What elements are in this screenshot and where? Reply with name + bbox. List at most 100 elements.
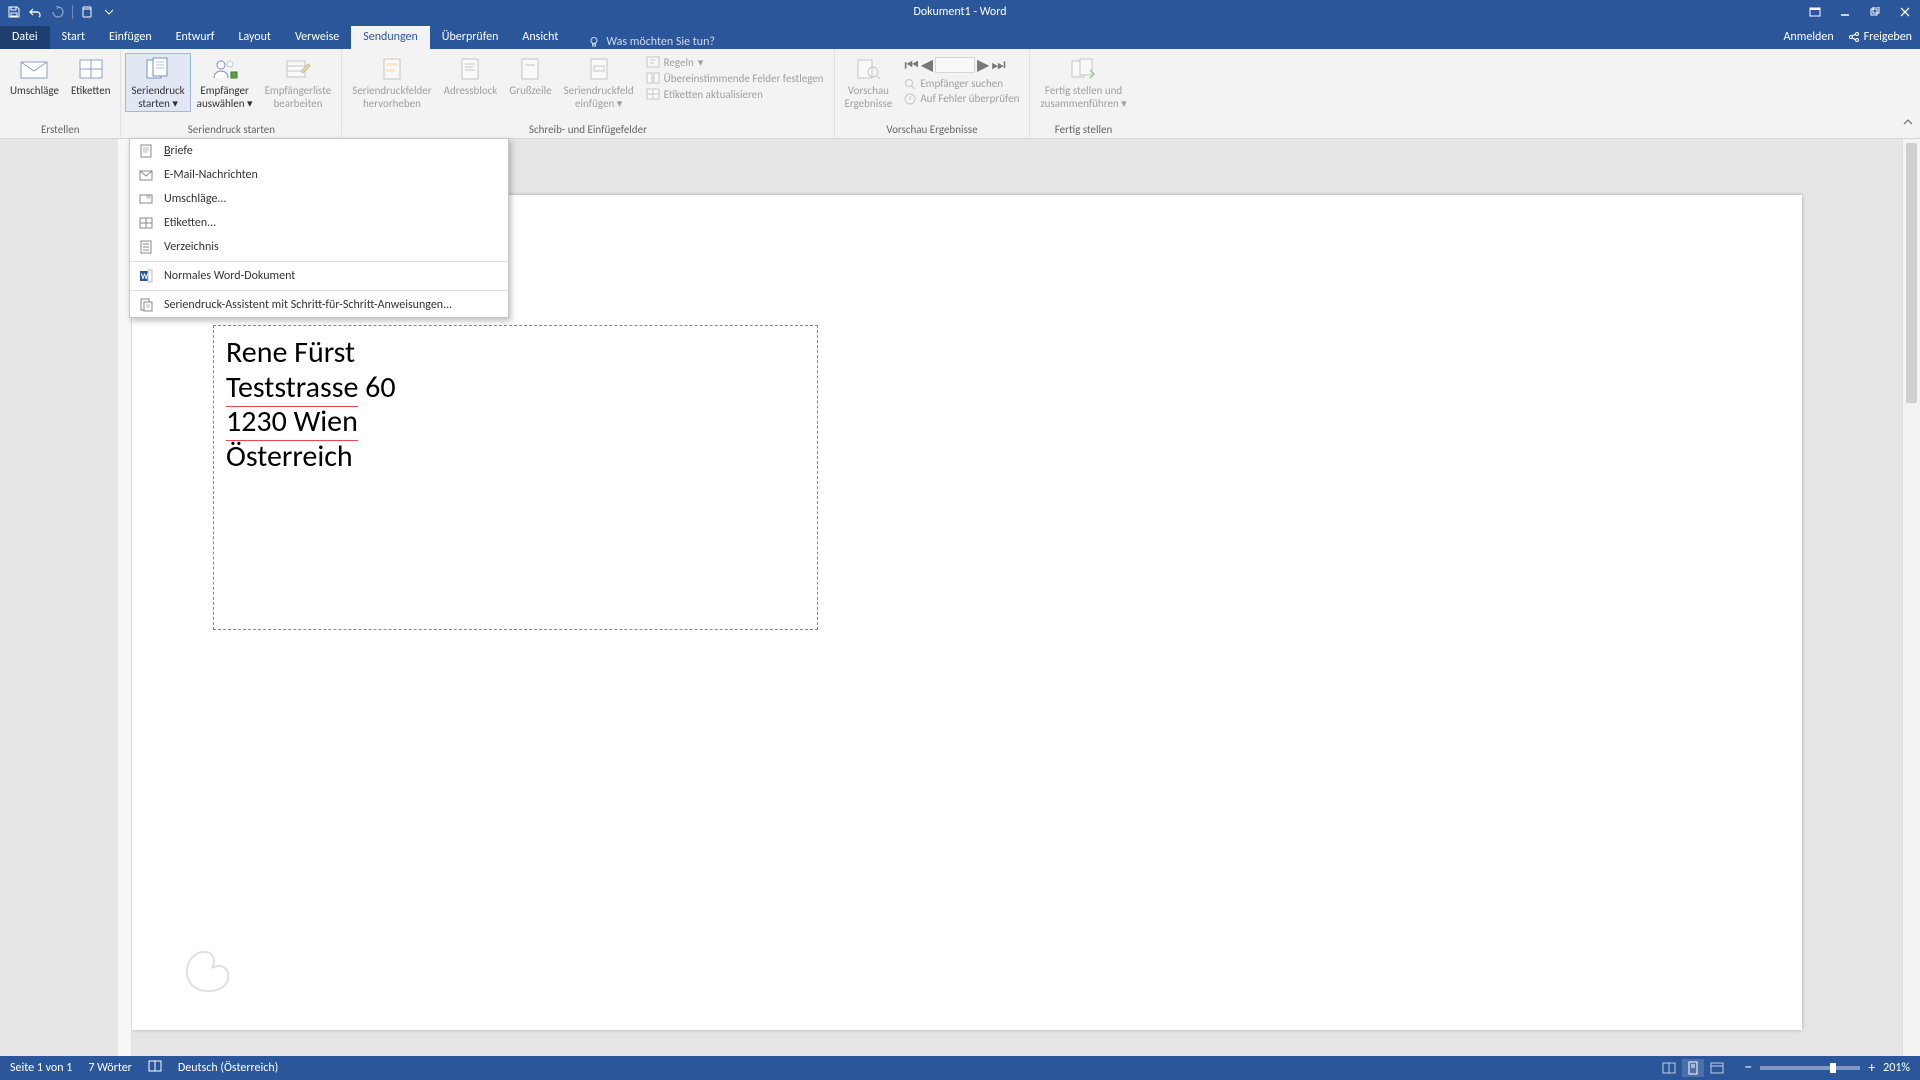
address-text[interactable]: Rene Fürst Teststrasse 60 1230 Wien Öste… xyxy=(226,336,805,474)
start-mailmerge-button[interactable]: Seriendruck starten ▾ xyxy=(125,53,190,112)
insert-field-icon xyxy=(583,55,615,83)
tab-design[interactable]: Entwurf xyxy=(164,26,227,49)
rules-button[interactable]: Regeln ▾ xyxy=(646,55,824,69)
tab-view[interactable]: Ansicht xyxy=(510,26,570,49)
labels-small-icon xyxy=(138,215,154,231)
tab-insert[interactable]: Einfügen xyxy=(97,26,164,49)
highlight-icon xyxy=(376,55,408,83)
tab-start[interactable]: Start xyxy=(50,26,97,49)
labels-button[interactable]: Etiketten xyxy=(65,53,117,100)
web-layout-button[interactable] xyxy=(1706,1059,1728,1077)
group-start-mailmerge: Seriendruck starten ▾ Empfänger auswähle… xyxy=(121,49,342,138)
minimize-button[interactable] xyxy=(1830,0,1860,24)
book-icon xyxy=(148,1059,162,1073)
match-icon xyxy=(646,71,660,85)
menu-item-email[interactable]: E-Mail-Nachrichten xyxy=(130,163,508,187)
group-label-create: Erstellen xyxy=(0,122,120,138)
menu-item-normal-doc[interactable]: W Normales Word-Dokument xyxy=(130,264,508,288)
envelope-small-icon xyxy=(138,191,154,207)
collapse-ribbon-button[interactable] xyxy=(1902,115,1914,134)
group-label-start-mm: Seriendruck starten xyxy=(121,122,341,138)
vertical-scrollbar[interactable] xyxy=(1902,139,1920,1056)
menu-item-letters[interactable]: Briefe xyxy=(130,139,508,163)
check-errors-button[interactable]: Auf Fehler überprüfen xyxy=(904,92,1019,105)
match-fields-button[interactable]: Übereinstimmende Felder festlegen xyxy=(646,71,824,85)
maximize-button[interactable] xyxy=(1860,0,1890,24)
ribbon-tabs: Datei Start Einfügen Entwurf Layout Verw… xyxy=(0,24,1920,49)
qat-customize-button[interactable] xyxy=(101,4,117,20)
update-labels-button[interactable]: Etiketten aktualisieren xyxy=(646,87,824,101)
spell-check-button[interactable] xyxy=(148,1059,162,1077)
undo-button[interactable] xyxy=(28,4,44,20)
print-layout-button[interactable] xyxy=(1682,1059,1704,1077)
update-icon xyxy=(646,87,660,101)
label-frame[interactable]: Rene Fürst Teststrasse 60 1230 Wien Öste… xyxy=(213,325,818,630)
record-number-input[interactable] xyxy=(935,57,975,73)
tab-file[interactable]: Datei xyxy=(0,26,50,49)
zoom-level[interactable]: 201% xyxy=(1883,1061,1910,1075)
menu-separator xyxy=(130,261,508,262)
menu-item-directory[interactable]: Verzeichnis xyxy=(130,235,508,259)
check-icon xyxy=(904,93,916,105)
nav-last-button[interactable]: ⏭ xyxy=(991,56,1005,75)
group-label-preview: Vorschau Ergebnisse xyxy=(835,122,1030,138)
read-mode-button[interactable] xyxy=(1658,1059,1680,1077)
nav-next-button[interactable]: ▶ xyxy=(977,55,989,75)
share-button[interactable]: Freigeben xyxy=(1848,30,1912,44)
finish-icon xyxy=(1068,55,1100,83)
group-preview: Vorschau Ergebnisse ⏮ ◀ ▶ ⏭ Empfänger su… xyxy=(835,49,1031,138)
group-label-write: Schreib- und Einfügefelder xyxy=(342,122,833,138)
ribbon-display-button[interactable] xyxy=(1800,0,1830,24)
highlight-fields-button[interactable]: Seriendruckfelder hervorheben xyxy=(346,53,437,112)
recipients-icon xyxy=(209,55,241,83)
greeting-line-button[interactable]: Grußzeile xyxy=(503,53,557,100)
preview-results-button[interactable]: Vorschau Ergebnisse xyxy=(839,53,899,112)
directory-icon xyxy=(138,239,154,255)
page: Rene Fürst Teststrasse 60 1230 Wien Öste… xyxy=(132,195,1802,1030)
touch-mode-button[interactable] xyxy=(79,4,95,20)
save-button[interactable] xyxy=(6,4,22,20)
menu-item-labels[interactable]: Etiketten... xyxy=(130,211,508,235)
find-recipient-button[interactable]: Empfänger suchen xyxy=(904,77,1019,90)
word-icon: W xyxy=(138,268,154,284)
edit-list-icon xyxy=(282,55,314,83)
menu-item-envelopes[interactable]: Umschläge... xyxy=(130,187,508,211)
group-label-finish: Fertig stellen xyxy=(1030,122,1136,138)
tab-review[interactable]: Überprüfen xyxy=(430,26,511,49)
page-indicator[interactable]: Seite 1 von 1 xyxy=(10,1061,72,1075)
tell-me-search[interactable]: Was möchten Sie tun? xyxy=(588,35,715,49)
menu-separator-2 xyxy=(130,290,508,291)
language-indicator[interactable]: Deutsch (Österreich) xyxy=(178,1061,278,1075)
envelopes-button[interactable]: Umschläge xyxy=(4,53,65,100)
tell-me-placeholder: Was möchten Sie tun? xyxy=(606,35,715,49)
title-bar: Dokument1 - Word xyxy=(0,0,1920,24)
finish-merge-button[interactable]: Fertig stellen und zusammenführen ▾ xyxy=(1034,53,1132,112)
mailmerge-icon xyxy=(142,55,174,83)
menu-item-wizard[interactable]: Seriendruck-Assistent mit Schritt-für-Sc… xyxy=(130,293,508,317)
select-recipients-button[interactable]: Empfänger auswählen ▾ xyxy=(191,53,259,112)
nav-prev-button[interactable]: ◀ xyxy=(921,55,933,75)
address-icon xyxy=(454,55,486,83)
word-count[interactable]: 7 Wörter xyxy=(88,1061,132,1075)
labels-icon xyxy=(75,55,107,83)
edit-recipients-button[interactable]: Empfängerliste bearbeiten xyxy=(259,53,338,112)
close-button[interactable] xyxy=(1890,0,1920,24)
zoom-control: − + 201% xyxy=(1744,1061,1910,1075)
tab-references[interactable]: Verweise xyxy=(283,26,351,49)
tab-mailings[interactable]: Sendungen xyxy=(351,26,430,49)
insert-merge-field-button[interactable]: Seriendruckfeld einfügen ▾ xyxy=(558,53,640,112)
window-controls xyxy=(1800,0,1920,24)
letter-icon xyxy=(138,143,154,159)
lightbulb-icon xyxy=(588,36,600,48)
group-write-insert: Seriendruckfelder hervorheben Adressbloc… xyxy=(342,49,834,138)
tab-layout[interactable]: Layout xyxy=(226,26,283,49)
scrollbar-thumb[interactable] xyxy=(1906,143,1917,403)
nav-first-button[interactable]: ⏮ xyxy=(904,56,918,75)
zoom-slider[interactable] xyxy=(1760,1066,1860,1070)
wizard-icon xyxy=(138,297,154,313)
address-block-button[interactable]: Adressblock xyxy=(438,53,504,100)
redo-button[interactable] xyxy=(50,4,66,20)
watermark-icon xyxy=(177,940,237,1000)
rules-icon xyxy=(646,55,660,69)
signin-link[interactable]: Anmelden xyxy=(1783,30,1833,44)
